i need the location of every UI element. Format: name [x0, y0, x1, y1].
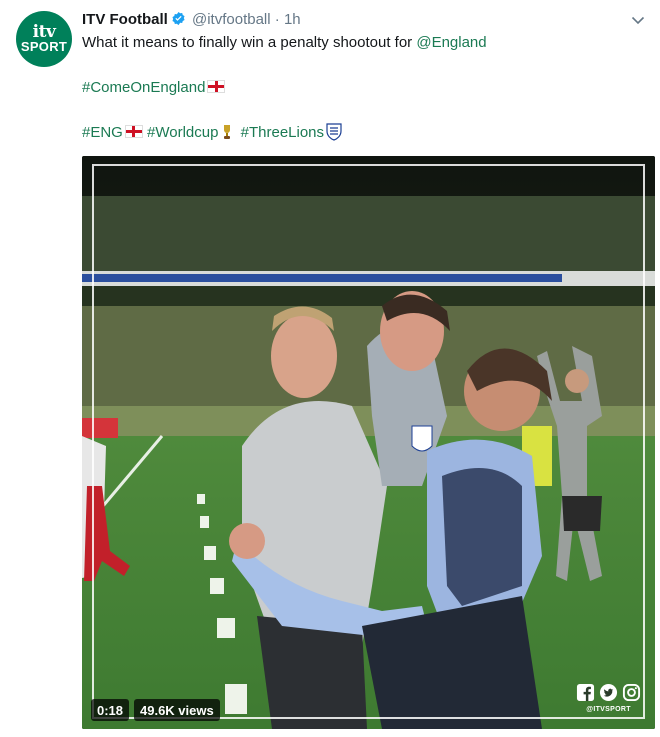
facebook-icon — [576, 683, 595, 702]
tweet-text-line-1: What it means to finally win a penalty s… — [82, 34, 487, 51]
trophy-icon — [224, 125, 231, 139]
three-lions-crest-icon — [326, 123, 342, 141]
mention-england[interactable]: @England — [416, 34, 486, 51]
hashtag-eng[interactable]: #ENG — [82, 124, 123, 141]
avatar-logo-sport: SPORT — [20, 39, 68, 54]
avatar-logo-itv: itv — [32, 22, 56, 42]
video-thumbnail — [82, 156, 655, 729]
tweet-text: What it means to finally win a penalty s… — [82, 32, 640, 144]
twitter-icon — [599, 683, 618, 702]
hashtag-comeonengland[interactable]: #ComeOnEngland — [82, 79, 205, 96]
hashtag-threelions[interactable]: #ThreeLions — [241, 124, 324, 141]
instagram-icon — [622, 683, 641, 702]
video-views: 49.6K views — [134, 699, 220, 721]
video-duration: 0:18 — [91, 699, 130, 721]
avatar[interactable]: itv SPORT — [16, 11, 72, 67]
tweet-time[interactable]: 1h — [284, 11, 301, 28]
verified-badge-icon — [172, 11, 185, 26]
england-flag-icon — [207, 80, 226, 93]
author-handle[interactable]: @itvfootball — [192, 11, 271, 28]
tweet-text-line-2: #ComeOnEngland — [82, 77, 640, 99]
itvsport-watermark: @ITVSPORT — [586, 706, 631, 713]
separator-dot: · — [274, 11, 280, 28]
tweet-header: ITV Football @itvfootball · 1h — [82, 10, 620, 30]
author-name[interactable]: ITV Football — [82, 11, 168, 28]
england-flag-icon — [124, 125, 143, 138]
hashtag-worldcup[interactable]: #Worldcup — [147, 124, 218, 141]
video-player[interactable]: 0:18 49.6K views @ITVSPORT — [82, 156, 655, 729]
social-watermark: @ITVSPORT — [576, 683, 641, 713]
tweet-text-line-3: #ENG #Worldcup #ThreeLions — [82, 122, 640, 144]
chevron-down-icon[interactable] — [630, 12, 646, 28]
